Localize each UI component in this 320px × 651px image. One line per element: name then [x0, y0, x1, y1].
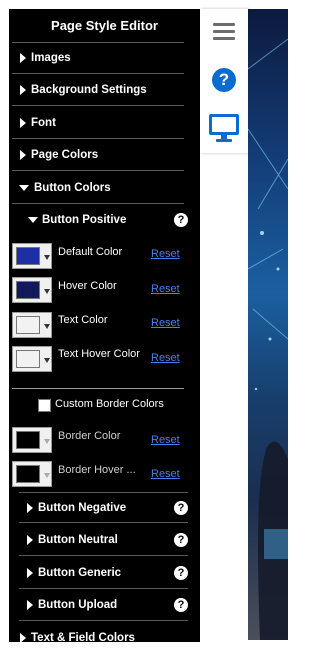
collapse-arrow-icon [19, 185, 29, 191]
color-swatch [16, 465, 40, 483]
border-hover-color-picker[interactable] [12, 461, 52, 487]
text-hover-color-picker[interactable] [12, 346, 52, 372]
page-style-editor-panel: Page Style Editor Images Background Sett… [9, 9, 200, 651]
section-background-settings[interactable]: Background Settings [12, 75, 184, 106]
custom-border-colors-checkbox[interactable] [38, 399, 51, 412]
expand-arrow-icon [20, 85, 26, 95]
expand-arrow-icon [27, 568, 33, 578]
expand-arrow-icon [27, 503, 33, 513]
section-button-colors[interactable]: Button Colors [12, 173, 184, 204]
hamburger-menu-icon[interactable] [213, 23, 235, 41]
dropdown-arrow-icon [44, 289, 50, 294]
section-label: Page Colors [31, 149, 99, 161]
help-icon[interactable]: ? [174, 533, 188, 547]
expand-arrow-icon [20, 118, 26, 128]
border-color-picker[interactable] [12, 427, 52, 453]
text-color-reset-link[interactable]: Reset [151, 317, 180, 329]
subsection-label: Button Generic [38, 567, 122, 579]
page-background [0, 642, 292, 651]
section-page-colors[interactable]: Page Colors [12, 140, 184, 171]
subsection-label: Button Neutral [38, 534, 118, 546]
hover-color-reset-link[interactable]: Reset [151, 283, 180, 295]
dropdown-arrow-icon [44, 439, 50, 444]
border-hover-color-label: Border Hover ... [58, 464, 136, 476]
dropdown-arrow-icon [44, 358, 50, 363]
expand-arrow-icon [27, 600, 33, 610]
section-label: Font [31, 117, 56, 129]
color-swatch [16, 247, 40, 265]
hover-color-label: Hover Color [58, 280, 117, 292]
color-swatch [16, 281, 40, 299]
subsection-button-neutral[interactable]: Button Neutral ? [19, 525, 188, 556]
expand-arrow-icon [27, 535, 33, 545]
section-images[interactable]: Images [12, 43, 184, 74]
subsection-button-generic[interactable]: Button Generic ? [19, 558, 188, 589]
border-hover-color-reset-link[interactable]: Reset [151, 468, 180, 480]
text-hover-color-label: Text Hover Color [58, 348, 140, 360]
custom-border-colors-label: Custom Border Colors [55, 398, 164, 410]
text-color-label: Text Color [58, 314, 108, 326]
help-icon[interactable]: ? [174, 213, 188, 227]
border-color-reset-link[interactable]: Reset [151, 434, 180, 446]
panel-title: Page Style Editor [51, 18, 158, 33]
color-swatch [16, 431, 40, 449]
question-icon[interactable]: ? [212, 68, 236, 92]
section-label: Images [31, 52, 71, 64]
subsection-label: Button Positive [42, 214, 127, 226]
dropdown-arrow-icon [44, 473, 50, 478]
text-color-picker[interactable] [12, 312, 52, 338]
subsection-button-negative[interactable]: Button Negative ? [19, 492, 188, 523]
subsection-label: Button Negative [38, 502, 127, 514]
help-icon[interactable]: ? [174, 598, 188, 612]
divider [12, 388, 184, 389]
color-swatch [16, 350, 40, 368]
color-swatch [16, 316, 40, 334]
editor-toolbar: ? [200, 9, 248, 153]
expand-arrow-icon [20, 150, 26, 160]
expand-arrow-icon [20, 53, 26, 63]
dropdown-arrow-icon [44, 255, 50, 260]
default-color-reset-link[interactable]: Reset [151, 248, 180, 260]
help-icon[interactable]: ? [174, 501, 188, 515]
hover-color-picker[interactable] [12, 277, 52, 303]
section-font[interactable]: Font [12, 108, 184, 139]
desktop-monitor-icon[interactable] [208, 113, 240, 143]
section-label: Button Colors [34, 182, 111, 194]
subsection-button-positive[interactable]: Button Positive ? [12, 205, 188, 236]
collapse-arrow-icon [28, 217, 38, 223]
border-color-label: Border Color [58, 430, 121, 442]
dropdown-arrow-icon [44, 324, 50, 329]
default-color-picker[interactable] [12, 243, 52, 269]
subsection-button-upload[interactable]: Button Upload ? [19, 590, 188, 621]
text-hover-color-reset-link[interactable]: Reset [151, 352, 180, 364]
help-icon[interactable]: ? [174, 566, 188, 580]
section-label: Background Settings [31, 84, 147, 96]
subsection-label: Button Upload [38, 599, 118, 611]
page-preview-image [248, 9, 288, 640]
default-color-label: Default Color [58, 246, 123, 258]
